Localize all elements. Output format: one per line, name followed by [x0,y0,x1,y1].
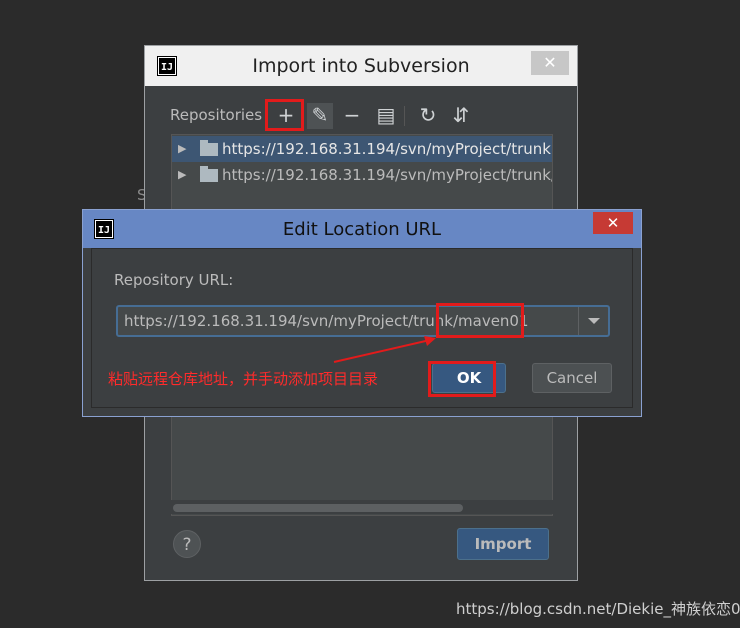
import-dialog-titlebar: IJ Import into Subversion ✕ [145,46,577,86]
collapse-icon: ⇵ [452,103,470,127]
repository-url: https://192.168.31.194/svn/myProject/tru… [222,166,553,184]
chevron-down-icon[interactable] [578,307,608,335]
help-button[interactable]: ? [173,530,201,558]
collapse-all-button[interactable]: ⇵ [448,103,474,129]
edit-dialog-title: Edit Location URL [282,219,442,240]
cancel-button[interactable]: Cancel [532,363,612,393]
refresh-icon: ↻ [419,103,437,127]
edit-icon: ✎ [311,103,329,127]
import-dialog-title: Import into Subversion [252,55,470,77]
folder-icon [200,166,218,182]
scrollbar-thumb[interactable] [173,504,463,512]
refresh-button[interactable]: ↻ [415,103,441,129]
folder-icon [200,140,218,156]
highlight-url-suffix [436,303,524,338]
expand-arrow-icon[interactable]: ▶ [178,136,186,162]
expand-arrow-icon[interactable]: ▶ [178,162,186,188]
intellij-logo-icon: IJ [157,56,177,76]
copy-repository-button[interactable]: ▤ [373,103,399,129]
annotation-arrow [333,336,436,363]
repository-row[interactable]: ▶ https://192.168.31.194/svn/myProject/t… [172,136,552,162]
arrow-line [333,339,431,363]
arrow-head [424,336,436,346]
intellij-logo-icon: IJ [94,219,114,239]
help-icon: ? [182,535,192,555]
copy-icon: ▤ [376,103,396,127]
remove-repository-button[interactable]: − [339,103,365,129]
toolbar-separator [404,106,405,126]
close-icon: ✕ [543,53,557,72]
close-icon: ✕ [606,214,620,232]
edit-dialog-titlebar: IJ Edit Location URL ✕ [83,210,641,248]
repositories-label: Repositories [170,106,263,124]
highlight-add-button [265,99,304,131]
minus-icon: − [343,103,361,127]
import-button[interactable]: Import [457,528,549,560]
annotation-text: 粘贴远程仓库地址，并手动添加项目目录 [108,370,379,388]
horizontal-scrollbar[interactable] [171,500,553,514]
repository-url: https://192.168.31.194/svn/myProject/tru… [222,140,551,158]
repository-row[interactable]: ▶ https://192.168.31.194/svn/myProject/t… [172,162,553,188]
edit-dialog-close-button[interactable]: ✕ [593,212,633,234]
import-dialog-close-button[interactable]: ✕ [531,51,569,75]
repository-url-label: Repository URL: [114,271,234,289]
edit-repository-button[interactable]: ✎ [307,103,333,129]
watermark-text: https://blog.csdn.net/Diekie_神族依恋0 [456,600,740,618]
